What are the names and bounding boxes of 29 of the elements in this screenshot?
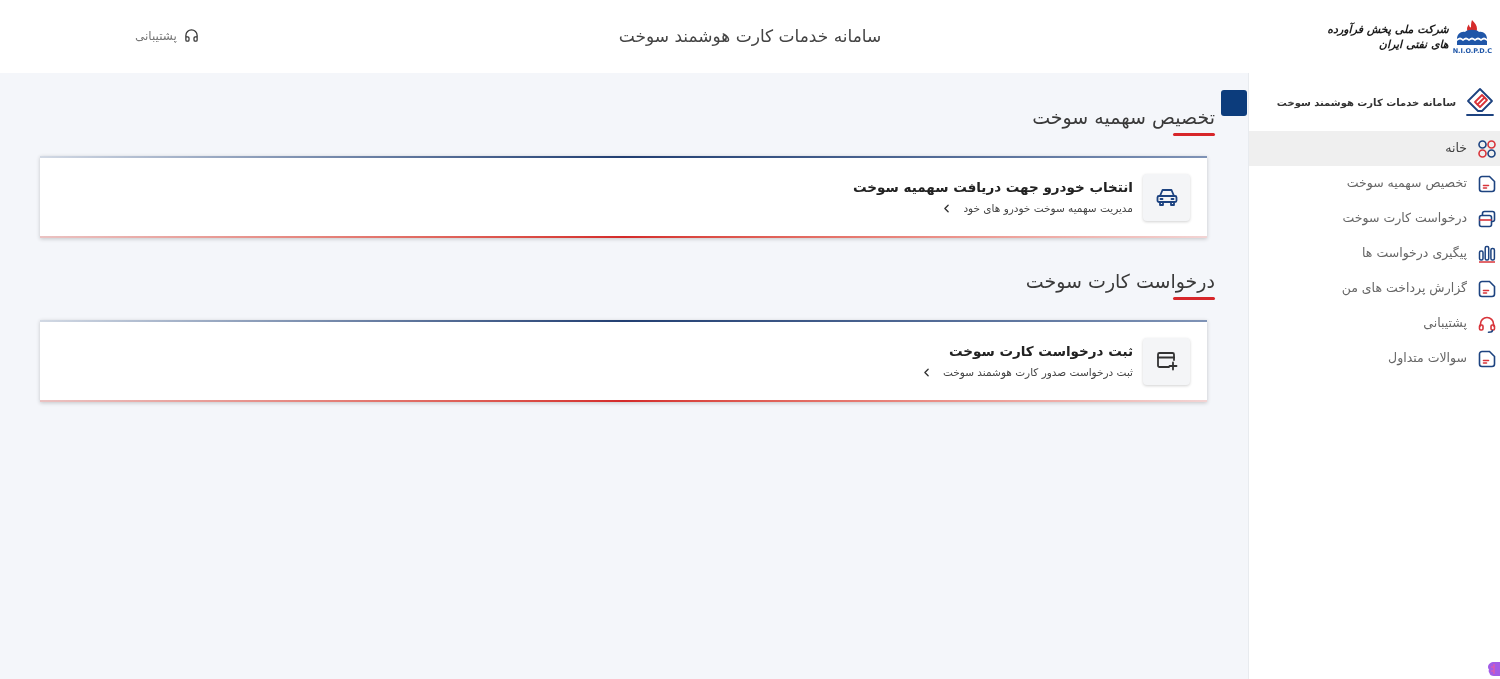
document-icon xyxy=(1478,279,1496,298)
headset-icon xyxy=(183,28,199,43)
document-icon xyxy=(1478,349,1496,368)
car-icon xyxy=(1154,186,1179,208)
grid-icon xyxy=(1478,139,1496,158)
card-subtitle: مدیریت سهمیه سوخت خودرو های خود xyxy=(963,201,1133,215)
cards-icon xyxy=(1478,209,1496,228)
card-plus-icon xyxy=(1155,351,1178,371)
support-link[interactable]: پشتیبانی xyxy=(135,26,199,45)
sidebar-item[interactable]: خانه xyxy=(1249,131,1500,166)
card-diamond-icon xyxy=(1465,87,1495,117)
card-subtitle: ثبت درخواست صدور کارت هوشمند سوخت xyxy=(942,365,1133,379)
section-title: درخواست کارت سوخت xyxy=(1025,269,1215,295)
card-title: ثبت درخواست کارت سوخت xyxy=(948,342,1133,361)
headset-icon xyxy=(1478,314,1496,333)
title-underline xyxy=(1173,133,1215,136)
company-name: شرکت ملی پخش فرآورده های نفتی ایران xyxy=(1326,21,1449,52)
service-card[interactable]: ثبت درخواست کارت سوخت ثبت درخواست صدور کارت هوشمند سوخت xyxy=(40,320,1207,402)
title-underline xyxy=(1173,297,1215,300)
brain-icon[interactable] xyxy=(1487,661,1500,677)
sidebar-toggle-button[interactable] xyxy=(1221,90,1247,116)
card-title: انتخاب خودرو جهت دریافت سهمیه سوخت xyxy=(853,178,1133,197)
sidebar-title: سامانه خدمات کارت هوشمند سوخت xyxy=(1276,95,1456,110)
bar-chart-icon xyxy=(1478,244,1496,263)
document-icon xyxy=(1478,174,1496,193)
flame-emblem-icon xyxy=(1455,18,1490,47)
section-title: تخصیص سهمیه سوخت xyxy=(1032,105,1215,131)
page-title: سامانه خدمات کارت هوشمند سوخت xyxy=(618,24,882,48)
service-card[interactable]: انتخاب خودرو جهت دریافت سهمیه سوخت مدیریت سهمیه سوخت خودرو های خود xyxy=(40,156,1207,238)
